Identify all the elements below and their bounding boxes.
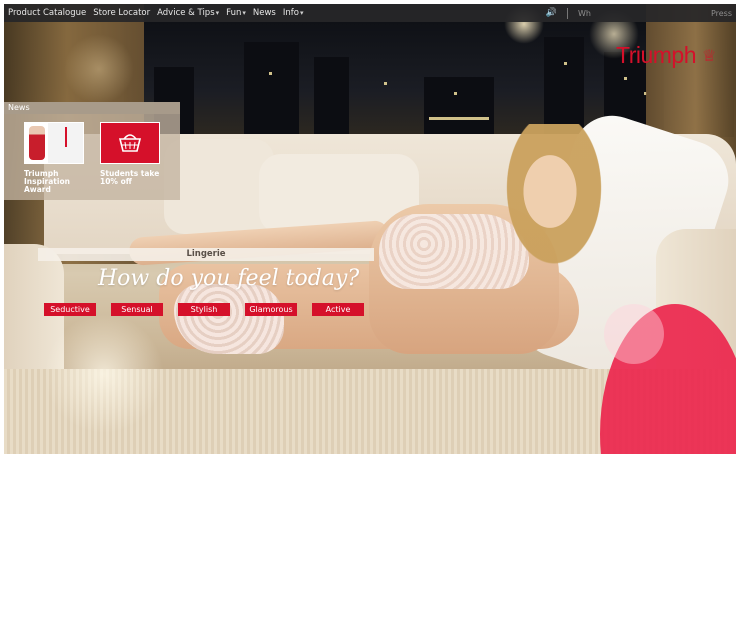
nav-label: Info [282,8,299,18]
nav-press-link[interactable]: Press [711,9,732,18]
nav-label: Product Catalogue [8,8,87,18]
nav-product-catalogue[interactable]: Product Catalogue [8,8,86,18]
top-navigation: Product Catalogue Store Locator Advice &… [4,4,736,22]
mood-sensual-button[interactable]: Sensual [111,303,163,316]
reflection-fade [4,456,736,614]
news-panel: News Triumph Inspiration Award Students … [4,102,180,200]
nav-label: Advice & Tips [157,8,215,18]
chevron-down-icon: ▾ [215,9,220,17]
mood-glamorous-button[interactable]: Glamorous [245,303,297,316]
mood-seductive-button[interactable]: Seductive [44,303,96,316]
model-figure [128,124,614,384]
mood-active-button[interactable]: Active [312,303,364,316]
nav-store-locator[interactable]: Store Locator [93,8,150,18]
nav-utilities: 🔊 Wh Press [546,4,732,22]
news-heading: News [4,102,180,114]
bokeh-light [604,304,664,364]
mood-tagline: How do you feel today? [98,266,360,291]
nav-info[interactable]: Info▾ [283,8,304,18]
news-tile-label[interactable]: Triumph Inspiration Award [24,170,94,194]
page-stage: Product Catalogue Store Locator Advice &… [4,4,736,614]
bokeh-light [44,314,164,434]
brand-name: Triumph [616,42,697,68]
nav-label: Store Locator [93,8,151,18]
nav-label: News [252,8,276,18]
mood-stylish-button[interactable]: Stylish [178,303,230,316]
model-thumbnail-figure [29,126,45,160]
news-tile-award[interactable]: Triumph Inspiration Award [24,122,94,194]
bokeh-light [64,34,134,104]
reflection [4,456,736,614]
chevron-down-icon: ▾ [242,9,246,17]
nav-label: Fun [226,8,242,18]
nav-advice-tips[interactable]: Advice & Tips▾ [157,8,219,18]
nav-news[interactable]: News [253,8,276,18]
news-tile-label[interactable]: Students take 10% off [100,170,170,186]
brand-mark-thumbnail [65,127,77,147]
mood-buttons: Seductive Sensual Stylish Glamorous Acti… [44,303,364,316]
news-tile-students[interactable]: Students take 10% off [100,122,170,186]
nav-divider [566,7,568,19]
students-thumbnail[interactable] [100,122,160,164]
shopping-basket-icon [118,134,142,152]
hero-photo: Product Catalogue Store Locator Advice &… [4,4,736,454]
night-city-window [124,22,734,137]
lingerie-bar[interactable]: Lingerie [38,248,374,261]
award-thumbnail[interactable] [24,122,84,164]
nav-faint-link[interactable]: Wh [578,9,591,18]
chevron-down-icon: ▾ [299,9,304,17]
nav-list: Product Catalogue Store Locator Advice &… [8,4,303,22]
speaker-icon[interactable]: 🔊 [546,8,557,18]
nav-fun[interactable]: Fun▾ [226,8,246,18]
brand-logo[interactable]: Triumph ♕ [616,42,716,69]
crown-icon: ♕ [702,46,717,65]
